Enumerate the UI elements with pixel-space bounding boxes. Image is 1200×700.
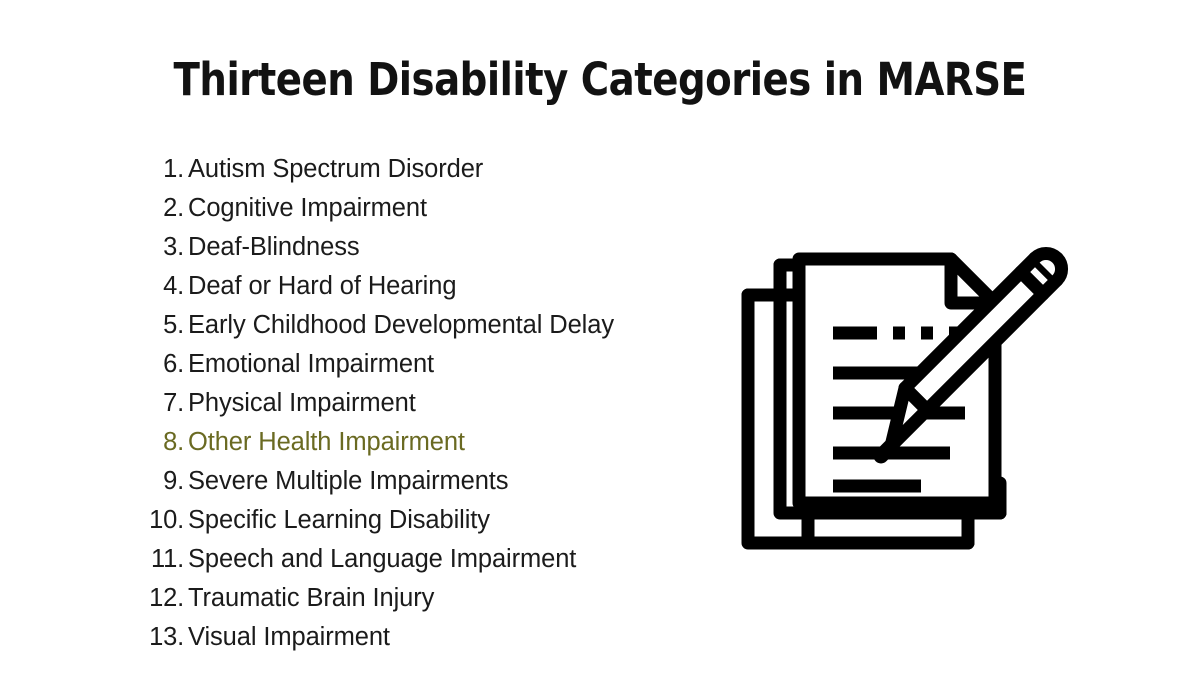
list-item-number: 11. [151, 545, 184, 573]
list-item-label: Traumatic Brain Injury [188, 584, 435, 612]
list-item: 3. Deaf-Blindness [136, 228, 696, 267]
list-item: 4. Deaf or Hard of Hearing [136, 267, 696, 306]
list-item-label: Specific Learning Disability [188, 506, 490, 534]
list-item-label: Other Health Impairment [188, 428, 465, 456]
list-item: 8. Other Health Impairment [136, 423, 696, 462]
list-item-label: Deaf or Hard of Hearing [188, 272, 457, 300]
slide-canvas: Thirteen Disability Categories in MARSE … [0, 0, 1200, 700]
list-item: 6. Emotional Impairment [136, 345, 696, 384]
pencil-point [873, 438, 899, 464]
list-item-label: Cognitive Impairment [188, 194, 427, 222]
list-item-number: 2. [163, 194, 184, 222]
list-item: 1. Autism Spectrum Disorder [136, 150, 696, 189]
list-item: 13. Visual Impairment [136, 618, 696, 657]
list-item: 10. Specific Learning Disability [136, 501, 696, 540]
list-item-label: Severe Multiple Impairments [188, 467, 509, 495]
list-item-number: 3. [163, 233, 184, 261]
documents-and-pencil-illustration [735, 238, 1080, 563]
list-item-label: Deaf-Blindness [188, 233, 360, 261]
list-item-label: Emotional Impairment [188, 350, 435, 378]
list-item: 12. Traumatic Brain Injury [136, 579, 696, 618]
list-item-number: 6. [163, 350, 184, 378]
list-item-label: Early Childhood Developmental Delay [188, 311, 614, 339]
list-item-number: 5. [163, 311, 184, 339]
list-item-number: 7. [163, 389, 184, 417]
list-item-number: 10. [149, 506, 184, 534]
list-item-label: Speech and Language Impairment [188, 545, 577, 573]
list-item: 2. Cognitive Impairment [136, 189, 696, 228]
list-item-number: 4. [163, 272, 184, 300]
list-item-number: 12. [149, 584, 184, 612]
documents-and-pencil-icon [741, 246, 1069, 550]
list-item-number: 9. [163, 467, 184, 495]
disability-categories-list: 1. Autism Spectrum Disorder 2. Cognitive Im… [136, 150, 696, 657]
document-front-sheet [792, 252, 1002, 510]
list-item-number: 13. [149, 623, 184, 651]
list-item-label: Autism Spectrum Disorder [188, 155, 484, 183]
list-item: 7. Physical Impairment [136, 384, 696, 423]
list-item-label: Visual Impairment [188, 623, 390, 651]
list-item: 9. Severe Multiple Impairments [136, 462, 696, 501]
list-item-number: 1. [163, 155, 184, 183]
list-item-number: 8. [163, 428, 184, 456]
page-title: Thirteen Disability Categories in MARSE [173, 53, 1027, 106]
list-item: 11. Speech and Language Impairment [136, 540, 696, 579]
list-item-label: Physical Impairment [188, 389, 416, 417]
list-item: 5. Early Childhood Developmental Delay [136, 306, 696, 345]
